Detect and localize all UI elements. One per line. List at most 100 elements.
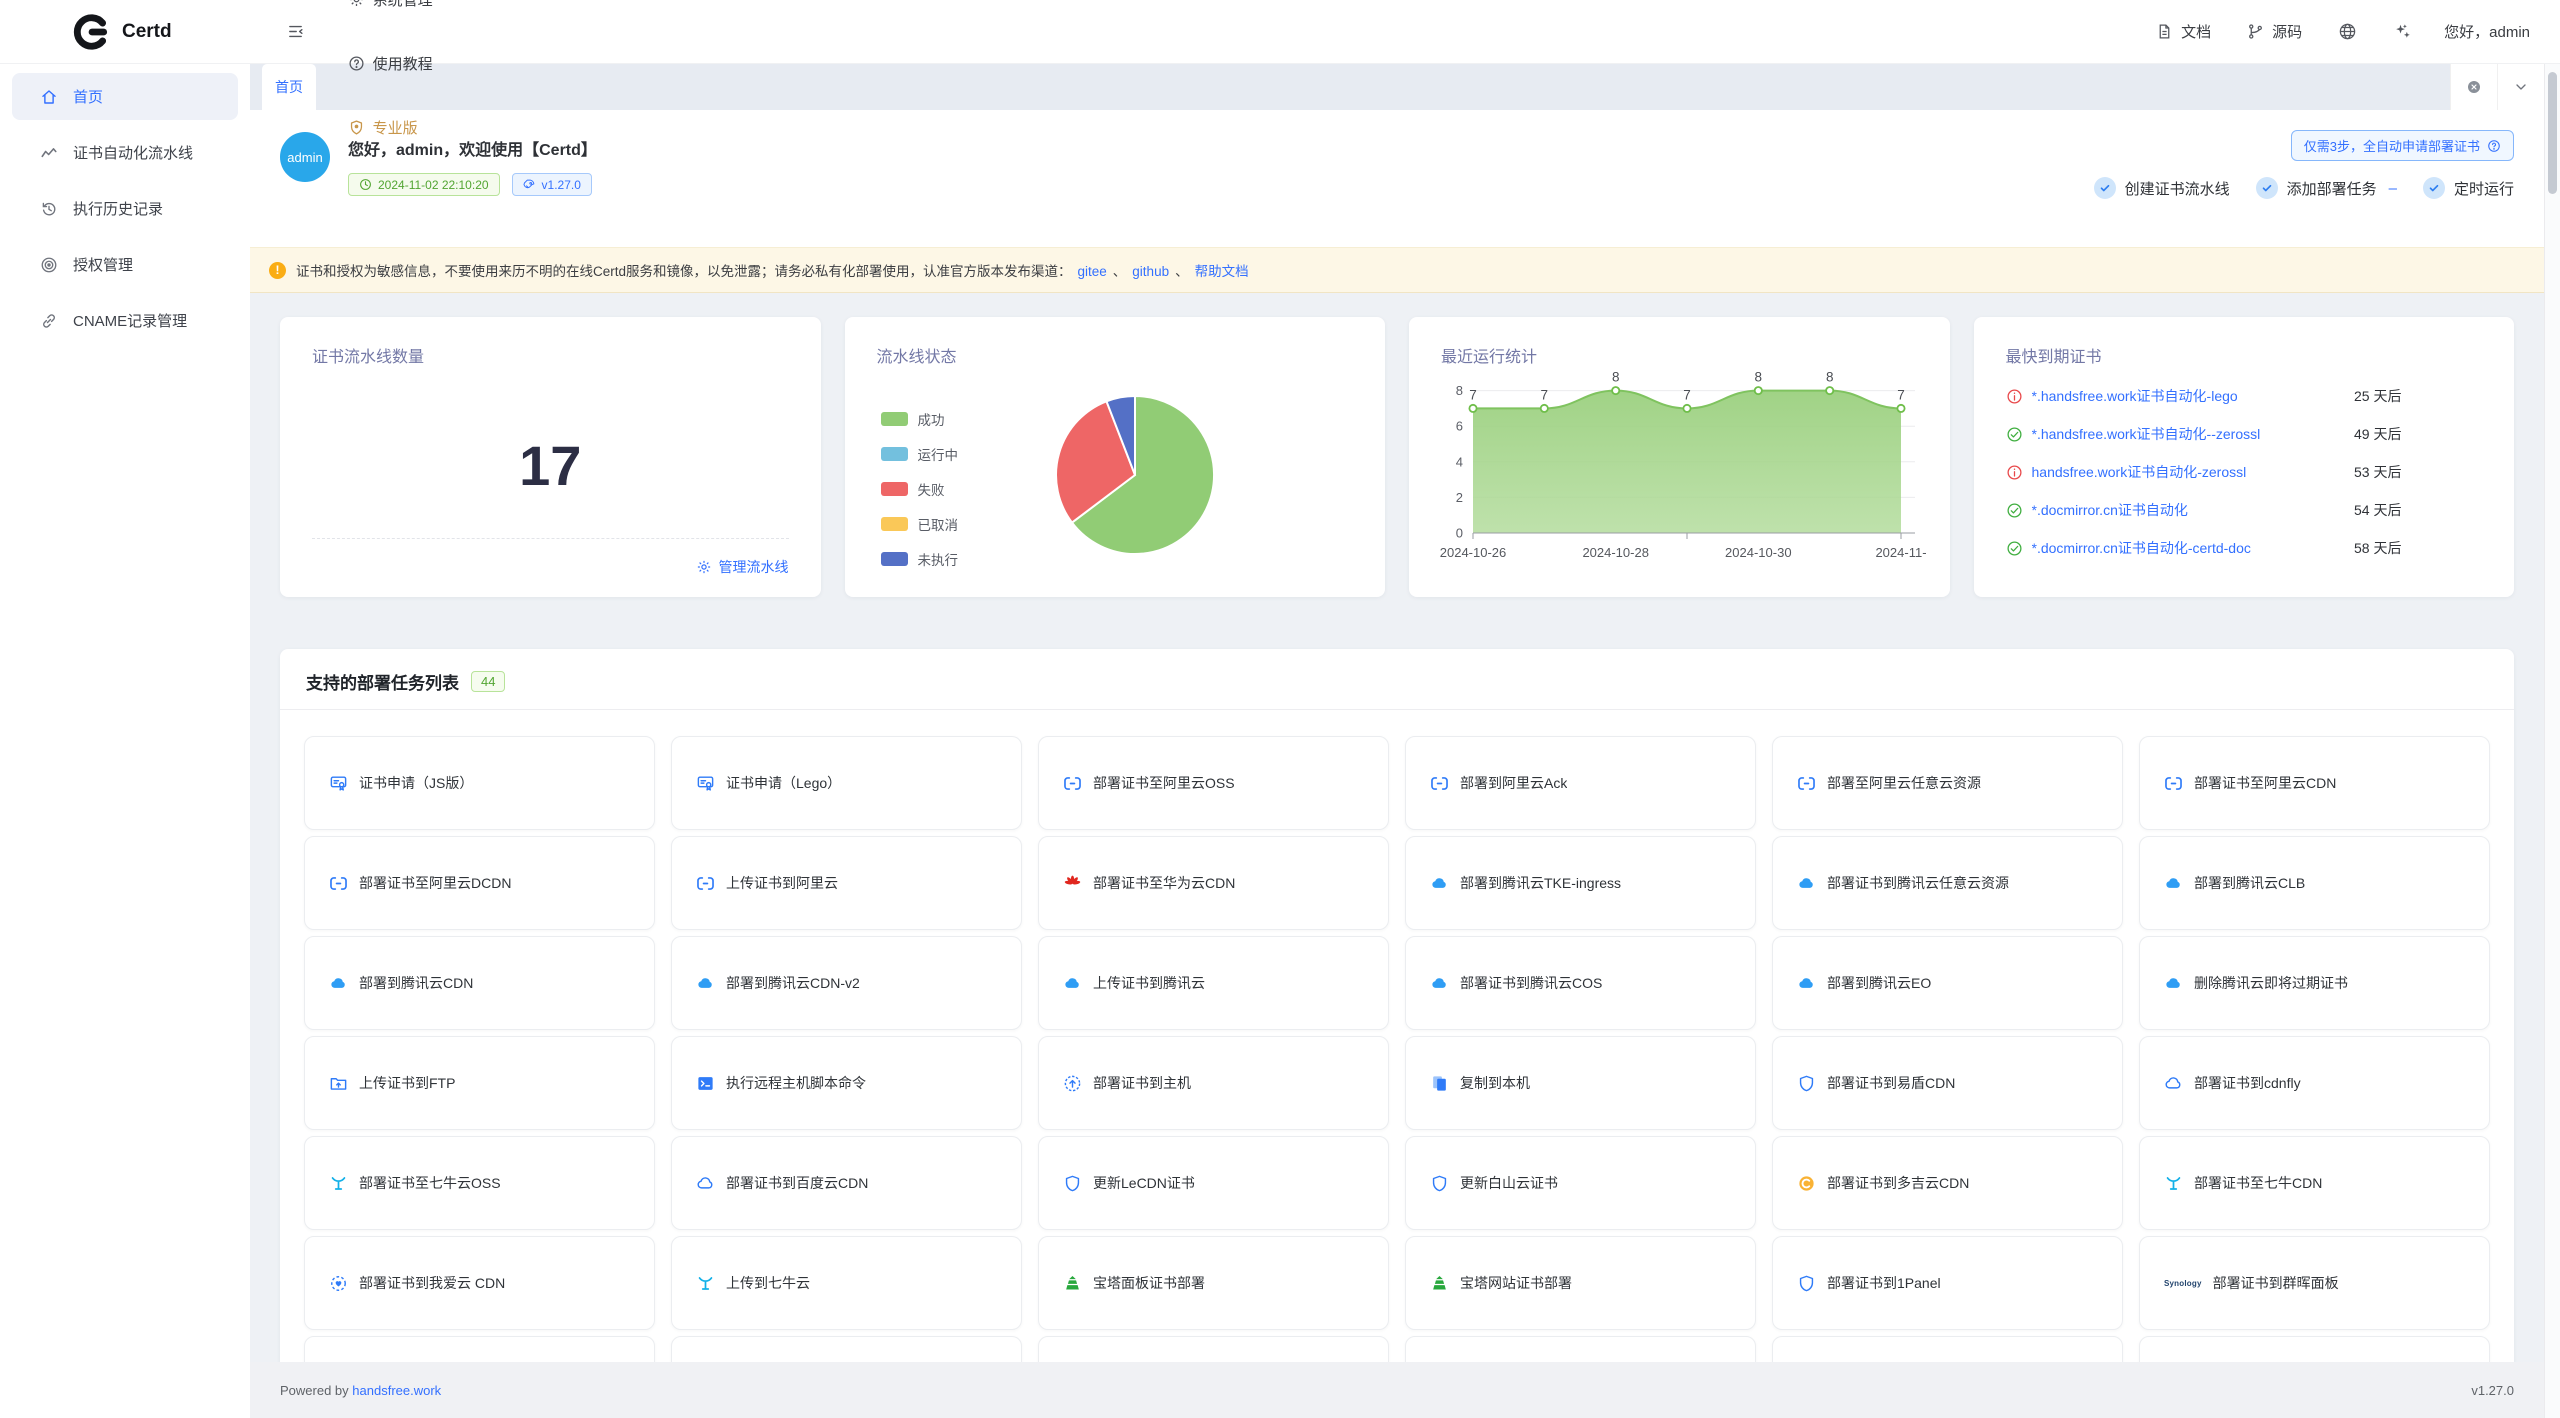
task-card[interactable]: 上传到七牛云 <box>671 1236 1022 1330</box>
task-card[interactable]: 部署到腾讯云CLB <box>2139 836 2490 930</box>
task-card[interactable]: 部署证书至阿里云OSS <box>1038 736 1389 830</box>
theme-button[interactable] <box>2379 0 2426 64</box>
tab-menu-button[interactable] <box>2497 64 2544 110</box>
task-card[interactable]: 部署证书到我爱云 CDN <box>304 1236 655 1330</box>
task-card[interactable]: 部署证书至七牛CDN <box>2139 1136 2490 1230</box>
nav-item-pro-edition[interactable]: 专业版 <box>331 96 465 160</box>
task-card[interactable]: 部署到腾讯云TKE-ingress <box>1405 836 1756 930</box>
task-card[interactable]: 复制到本机 <box>1405 1036 1756 1130</box>
docs-label: 文档 <box>2181 21 2211 42</box>
card-title: 最近运行统计 <box>1441 343 1918 367</box>
source-code-link[interactable]: 源码 <box>2233 0 2316 64</box>
notice-link-帮助文档[interactable]: 帮助文档 <box>1195 264 1249 279</box>
status-pie-chart <box>1053 393 1217 557</box>
question-icon <box>348 55 365 72</box>
sidebar-item-auth[interactable]: 授权管理 <box>12 241 238 288</box>
sidebar-item-history[interactable]: 执行历史记录 <box>12 185 238 232</box>
task-label: 上传到七牛云 <box>726 1273 810 1293</box>
task-label: 部署证书至阿里云OSS <box>1093 773 1235 793</box>
nav-item-system-management[interactable]: 系统管理 <box>331 0 465 32</box>
history-icon <box>40 200 58 218</box>
task-card[interactable]: 部署证书到cdnfly <box>2139 1036 2490 1130</box>
task-card[interactable]: 部署证书到易盾CDN <box>1772 1036 2123 1130</box>
manage-pipelines-link[interactable]: 管理流水线 <box>696 557 789 577</box>
task-card[interactable]: 上传证书到FTP <box>304 1036 655 1130</box>
menu-fold-icon <box>287 23 304 40</box>
handsfree-link[interactable]: handsfree.work <box>352 1383 441 1398</box>
collapse-sidebar-button[interactable] <box>270 0 321 64</box>
steps-hint-pill[interactable]: 仅需3步，全自动申请部署证书 <box>2291 130 2514 161</box>
legend-item[interactable]: 未执行 <box>881 549 959 569</box>
cert-name-link[interactable]: handsfree.work证书自动化-zerossl <box>2032 462 2355 482</box>
task-card[interactable]: 部署证书至华为云CDN <box>1038 836 1389 930</box>
task-card[interactable]: 证书申请（Lego） <box>671 736 1022 830</box>
expiring-cert-row: *.docmirror.cn证书自动化54 天后 <box>2006 498 2483 522</box>
cert-name-link[interactable]: *.docmirror.cn证书自动化-certd-doc <box>2032 538 2355 558</box>
task-card[interactable]: 部署证书至阿里云DCDN <box>304 836 655 930</box>
legend-item[interactable]: 成功 <box>881 409 959 429</box>
tencent-icon <box>1430 874 1449 893</box>
dashed-circle-icon <box>329 1274 348 1293</box>
svg-text:4: 4 <box>1456 454 1463 469</box>
sidebar-item-home[interactable]: 首页 <box>12 73 238 120</box>
task-card[interactable]: 部署证书至七牛云OSS <box>304 1136 655 1230</box>
task-label: 证书申请（Lego） <box>726 773 841 793</box>
task-card[interactable]: 部署证书到腾讯云COS <box>1405 936 1756 1030</box>
task-card[interactable]: 部署到腾讯云CDN-v2 <box>671 936 1022 1030</box>
user-greeting[interactable]: 您好，admin <box>2434 21 2540 42</box>
tab-controls <box>2450 64 2544 110</box>
legend-item[interactable]: 运行中 <box>881 444 959 464</box>
pipeline-count-value: 17 <box>312 433 789 498</box>
steps-row: 创建证书流水线添加部署任务–定时运行 <box>2080 177 2514 199</box>
task-card[interactable]: 执行远程主机脚本命令 <box>671 1036 1022 1130</box>
tencent-icon <box>2164 974 2183 993</box>
cert-name-link[interactable]: *.docmirror.cn证书自动化 <box>2032 500 2355 520</box>
notice-link-github[interactable]: github <box>1132 264 1169 279</box>
top-navbar: Certd 证书自动化系统管理使用教程专业版 文档 源码 您好，admin <box>0 0 2560 64</box>
svg-text:7: 7 <box>1541 387 1549 402</box>
task-card[interactable]: 部署证书到多吉云CDN <box>1772 1136 2123 1230</box>
scrollbar-track[interactable] <box>2544 64 2560 1418</box>
task-card[interactable]: 证书申请（JS版） <box>304 736 655 830</box>
sidebar-item-cname[interactable]: CNAME记录管理 <box>12 297 238 344</box>
task-card[interactable]: 部署到阿里云Ack <box>1405 736 1756 830</box>
tencent-icon <box>1797 974 1816 993</box>
notice-link-gitee[interactable]: gitee <box>1078 264 1107 279</box>
separator: 、 <box>1113 264 1127 279</box>
brand-name: Certd <box>122 21 172 43</box>
task-card[interactable]: 宝塔网站证书部署 <box>1405 1236 1756 1330</box>
task-card[interactable]: 部署证书到腾讯云任意云资源 <box>1772 836 2123 930</box>
task-card[interactable]: 部署证书到1Panel <box>1772 1236 2123 1330</box>
task-card[interactable]: 上传证书到阿里云 <box>671 836 1022 930</box>
task-card[interactable]: 更新白山云证书 <box>1405 1136 1756 1230</box>
task-card[interactable]: 宝塔面板证书部署 <box>1038 1236 1389 1330</box>
task-card[interactable]: 部署证书到百度云CDN <box>671 1136 1022 1230</box>
step-3: 定时运行 <box>2423 177 2514 199</box>
task-card[interactable]: 上传证书到腾讯云 <box>1038 936 1389 1030</box>
task-card[interactable]: 删除腾讯云即将过期证书 <box>2139 936 2490 1030</box>
task-card[interactable]: 部署证书至阿里云CDN <box>2139 736 2490 830</box>
cert-name-link[interactable]: *.handsfree.work证书自动化--zerossl <box>2032 424 2355 444</box>
legend-item[interactable]: 失败 <box>881 479 959 499</box>
docs-link[interactable]: 文档 <box>2142 0 2225 64</box>
scrollbar-thumb[interactable] <box>2548 72 2557 194</box>
legend-label: 成功 <box>918 409 945 429</box>
task-card[interactable]: 部署至阿里云任意云资源 <box>1772 736 2123 830</box>
sidebar-item-pipelines[interactable]: 证书自动化流水线 <box>12 129 238 176</box>
legend-item[interactable]: 已取消 <box>881 514 959 534</box>
brand[interactable]: Certd <box>72 13 172 51</box>
check-circle-icon <box>2256 177 2278 199</box>
task-card[interactable]: 更新LeCDN证书 <box>1038 1136 1389 1230</box>
nav-item-tutorial[interactable]: 使用教程 <box>331 32 465 96</box>
cert-name-link[interactable]: *.handsfree.work证书自动化-lego <box>2032 386 2355 406</box>
task-card[interactable]: 部署到腾讯云CDN <box>304 936 655 1030</box>
close-tabs-button[interactable] <box>2450 64 2497 110</box>
task-card[interactable]: 部署到腾讯云EO <box>1772 936 2123 1030</box>
task-card[interactable]: 部署证书到主机 <box>1038 1036 1389 1130</box>
legend-swatch <box>881 482 908 496</box>
tencent-icon <box>1063 974 1082 993</box>
language-button[interactable] <box>2324 0 2371 64</box>
task-card[interactable]: Synology部署证书到群晖面板 <box>2139 1236 2490 1330</box>
task-label: 部署证书到腾讯云COS <box>1460 973 1602 993</box>
task-label: 部署到腾讯云CDN-v2 <box>726 973 860 993</box>
